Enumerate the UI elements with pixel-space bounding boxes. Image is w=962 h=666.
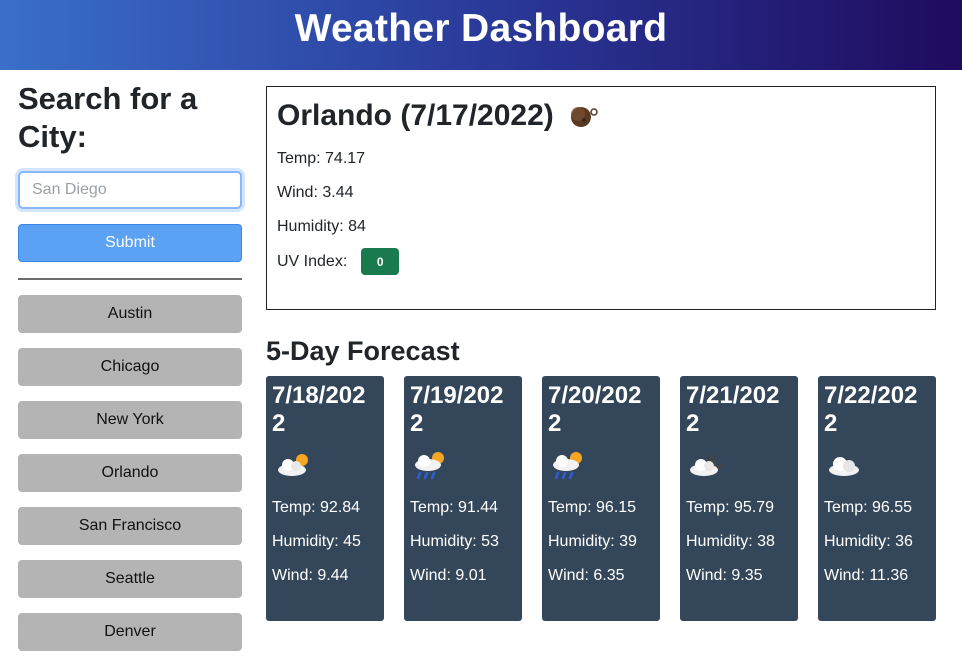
forecast-date: 7/22/2022 (824, 382, 918, 437)
forecast-humidity: Humidity: 36 (824, 533, 913, 550)
forecast-card: 7/19/2022 Temp: 91.44 Humidity: 53 Wind:… (404, 376, 522, 621)
forecast-title: 5-Day Forecast (266, 336, 460, 366)
city-button-seattle[interactable]: Seattle (18, 560, 242, 598)
forecast-humidity: Humidity: 38 (686, 533, 775, 550)
city-button-san-francisco[interactable]: San Francisco (18, 507, 242, 545)
forecast-wind: Wind: 9.01 (410, 567, 487, 584)
forecast-date: 7/18/2022 (272, 382, 366, 437)
forecast-temp: Temp: 91.44 (410, 499, 499, 516)
divider (18, 278, 242, 280)
uv-index-badge: 0 (361, 248, 400, 275)
page-title: Weather Dashboard (294, 7, 668, 50)
current-city-title: Orlando (7/17/2022) (277, 99, 554, 132)
forecast-card: 7/21/2022 Temp: 95.79 Humidity: 38 Wind:… (680, 376, 798, 621)
current-weather-panel: Orlando (7/17/2022) Temp: 74.17 Wind: 3.… (266, 86, 936, 310)
city-button-chicago[interactable]: Chicago (18, 348, 242, 386)
rain-sun-icon (553, 452, 582, 480)
forecast-date: 7/21/2022 (686, 382, 780, 437)
app-header: Weather Dashboard (0, 0, 962, 70)
city-button-orlando[interactable]: Orlando (18, 454, 242, 492)
search-heading: Search for a City: (18, 81, 198, 154)
forecast-humidity: Humidity: 45 (272, 533, 361, 550)
forecast-humidity: Humidity: 53 (410, 533, 499, 550)
rain-sun-icon (415, 452, 444, 480)
forecast-date: 7/20/2022 (548, 382, 642, 437)
forecast-temp: Temp: 92.84 (272, 499, 361, 516)
submit-button[interactable]: Submit (18, 224, 242, 262)
forecast-temp: Temp: 96.55 (824, 499, 913, 516)
city-history-list: Austin Chicago New York Orlando San Fran… (18, 295, 242, 651)
forecast-humidity: Humidity: 39 (548, 533, 637, 550)
city-button-austin[interactable]: Austin (18, 295, 242, 333)
cloud-icon (829, 457, 859, 476)
city-button-denver[interactable]: Denver (18, 613, 242, 651)
forecast-wind: Wind: 6.35 (548, 567, 625, 584)
uv-index-row: UV Index: 0 (277, 248, 925, 275)
forecast-temp: Temp: 95.79 (686, 499, 775, 516)
forecast-wind: Wind: 9.44 (272, 567, 349, 584)
moon-icon (570, 107, 598, 127)
forecast-card: 7/22/2022 Temp: 96.55 Humidity: 36 Wind:… (818, 376, 936, 621)
forecast-cards: 7/18/2022 Temp: 92.84 Humidity: 45 Wind:… (266, 376, 936, 621)
uv-index-label: UV Index: (277, 252, 348, 270)
city-button-new-york[interactable]: New York (18, 401, 242, 439)
cloud-moon-icon (690, 454, 724, 476)
partly-cloudy-sun-icon (278, 454, 308, 476)
city-search-input[interactable] (18, 171, 242, 209)
forecast-card: 7/18/2022 Temp: 92.84 Humidity: 45 Wind:… (266, 376, 384, 621)
current-wind: Wind: 3.44 (277, 184, 354, 201)
forecast-card: 7/20/2022 Temp: 96.15 Humidity: 39 Wind:… (542, 376, 660, 621)
forecast-wind: Wind: 11.36 (824, 567, 909, 584)
forecast-wind: Wind: 9.35 (686, 567, 763, 584)
current-temp: Temp: 74.17 (277, 150, 366, 167)
search-sidebar: Search for a City: Submit Austin Chicago… (18, 70, 242, 666)
forecast-date: 7/19/2022 (410, 382, 504, 437)
current-humidity: Humidity: 84 (277, 218, 366, 235)
forecast-temp: Temp: 96.15 (548, 499, 637, 516)
